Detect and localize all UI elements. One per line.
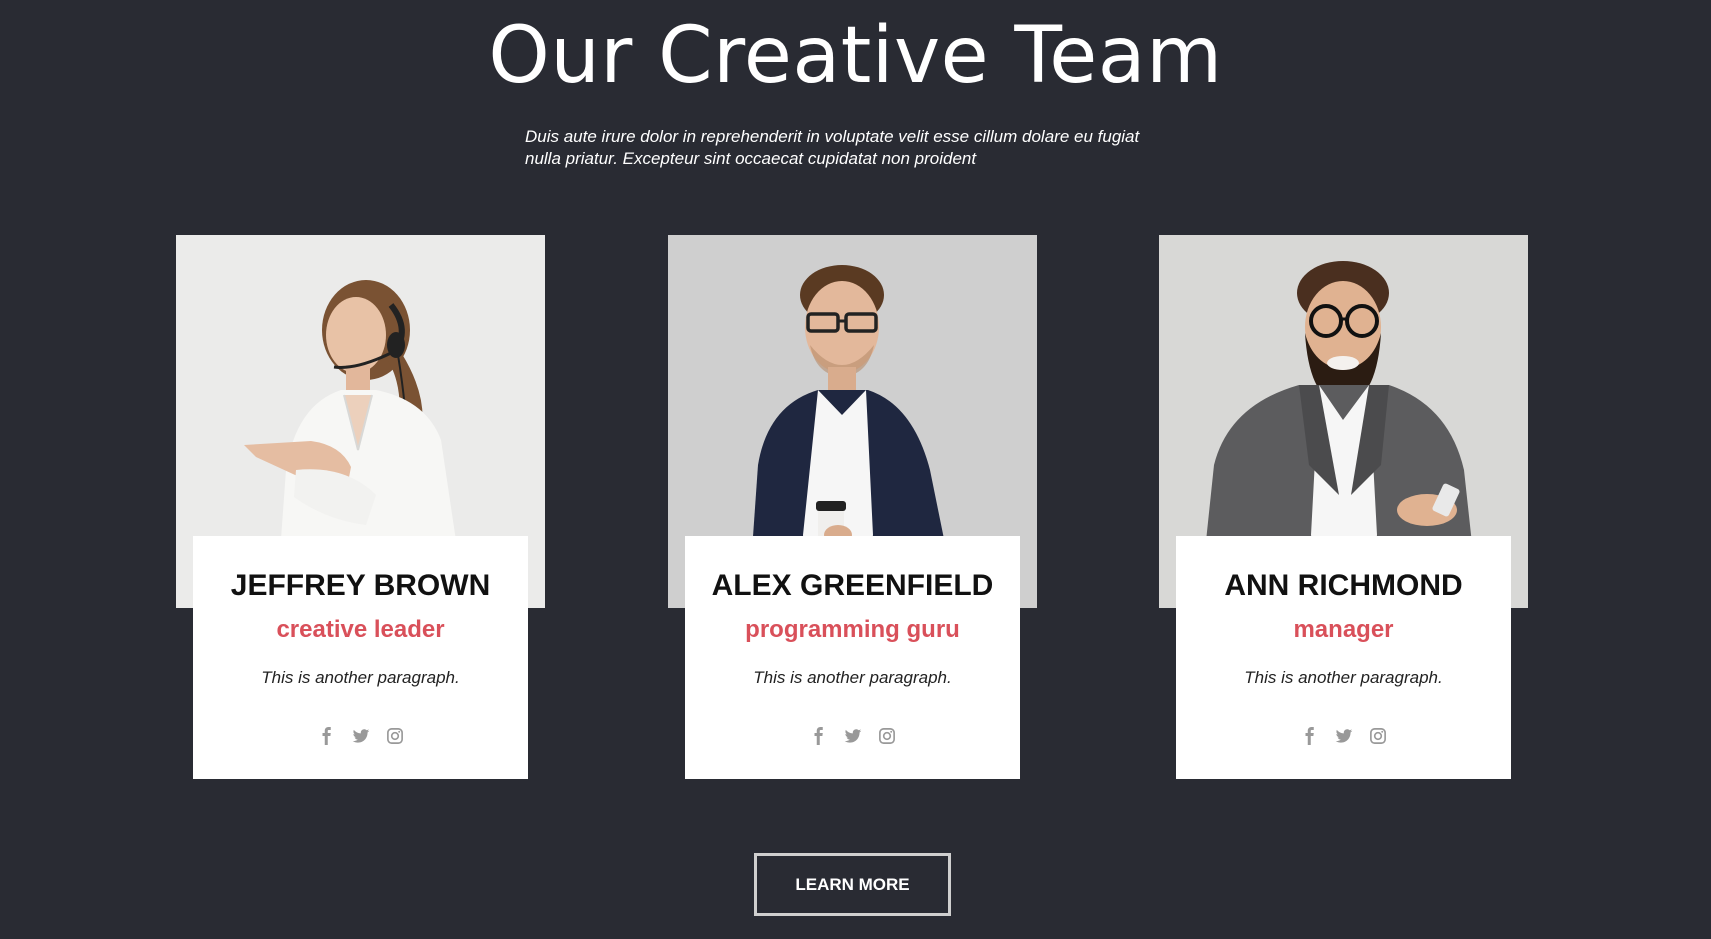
member-description: This is another paragraph. <box>753 668 952 687</box>
member-role: programming guru <box>745 616 960 643</box>
team-card-body: JEFFREY BROWN creative leader This is an… <box>193 536 528 779</box>
instagram-icon[interactable] <box>1368 726 1388 746</box>
member-role: creative leader <box>276 616 445 643</box>
twitter-icon[interactable] <box>351 726 371 746</box>
member-description: This is another paragraph. <box>1244 668 1443 687</box>
twitter-icon[interactable] <box>843 726 863 746</box>
team-card-jeffrey-brown: JEFFREY BROWN creative leader This is an… <box>176 235 545 779</box>
facebook-icon[interactable] <box>809 726 829 746</box>
facebook-icon[interactable] <box>1300 726 1320 746</box>
social-links <box>193 724 528 748</box>
instagram-icon[interactable] <box>877 726 897 746</box>
team-card-body: ALEX GREENFIELD programming guru This is… <box>685 536 1020 779</box>
page-title: Our Creative Team <box>488 11 1223 101</box>
member-role: manager <box>1293 616 1394 643</box>
social-links <box>1176 724 1511 748</box>
learn-more-button[interactable]: LEARN MORE <box>754 853 951 916</box>
team-card-alex-greenfield: ALEX GREENFIELD programming guru This is… <box>668 235 1037 779</box>
facebook-icon[interactable] <box>317 726 337 746</box>
twitter-icon[interactable] <box>1334 726 1354 746</box>
member-description: This is another paragraph. <box>261 668 460 687</box>
team-card-ann-richmond: ANN RICHMOND manager This is another par… <box>1159 235 1528 779</box>
member-name: ANN RICHMOND <box>1224 569 1463 602</box>
social-links <box>685 724 1020 748</box>
team-card-body: ANN RICHMOND manager This is another par… <box>1176 536 1511 779</box>
instagram-icon[interactable] <box>385 726 405 746</box>
member-name: ALEX GREENFIELD <box>711 569 994 602</box>
intro-paragraph: Duis aute irure dolor in reprehenderit i… <box>525 127 1140 168</box>
member-name: JEFFREY BROWN <box>230 569 491 602</box>
